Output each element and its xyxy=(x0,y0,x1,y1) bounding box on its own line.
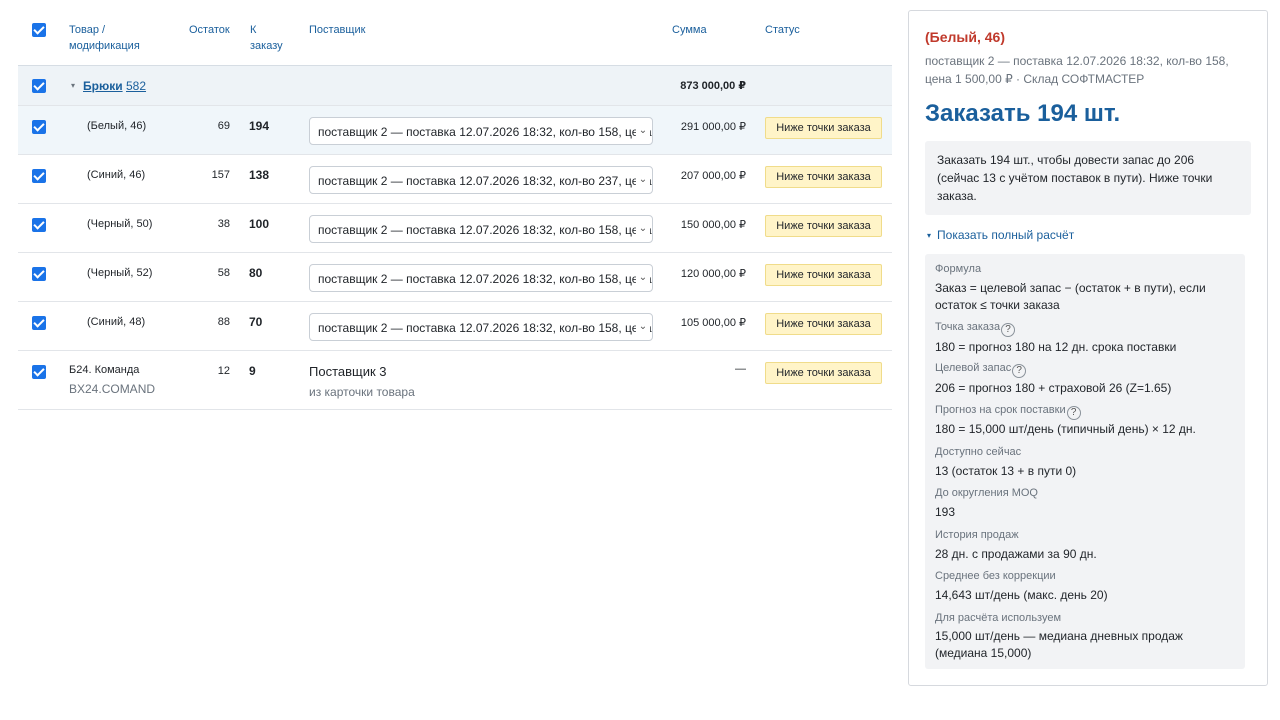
order-quantity[interactable]: 138 xyxy=(249,168,269,182)
table-row[interactable]: Б24. Команда BX24.COMAND 12 9 Поставщик … xyxy=(18,350,892,410)
row-checkbox[interactable] xyxy=(32,267,46,281)
panel-subtitle: поставщик 2 — поставка 12.07.2026 18:32,… xyxy=(925,54,1229,86)
header-supplier[interactable]: Поставщик xyxy=(309,22,365,38)
order-quantity[interactable]: 70 xyxy=(249,315,262,329)
reorder-point-value: 180 = прогноз 180 на 12 дн. срока постав… xyxy=(935,340,1177,354)
group-checkbox[interactable] xyxy=(32,79,46,93)
calculation-details: Формула Заказ = целевой запас − (остаток… xyxy=(925,254,1245,669)
moq-value: 193 xyxy=(935,505,956,519)
formula-value: Заказ = целевой запас − (остаток + в пут… xyxy=(935,281,1206,312)
forecast-label: Прогноз на срок поставки? xyxy=(935,404,1081,420)
order-details-panel: (Белый, 46) поставщик 2 — поставка 12.07… xyxy=(908,10,1268,686)
panel-title: (Белый, 46) xyxy=(925,29,1005,45)
group-collapse-icon[interactable]: ▾ xyxy=(71,81,75,90)
order-quantity[interactable]: 194 xyxy=(249,119,269,133)
help-icon[interactable]: ? xyxy=(1012,364,1027,378)
group-name-link[interactable]: Брюки xyxy=(83,79,123,93)
order-explanation-note: Заказать 194 шт., чтобы довести запас до… xyxy=(925,141,1251,215)
moq-label: До округления MOQ xyxy=(935,487,1038,499)
used-rate-label: Для расчёта используем xyxy=(935,612,1062,624)
row-checkbox[interactable] xyxy=(32,218,46,232)
group-code-link[interactable]: 582 xyxy=(126,79,146,93)
table-row[interactable]: (Черный, 50) 38 100 поставщик 2 — постав… xyxy=(18,203,892,252)
table-row[interactable]: (Черный, 52) 58 80 поставщик 2 — поставк… xyxy=(18,252,892,301)
supplier-select[interactable]: поставщик 2 — поставка 12.07.2026 18:32,… xyxy=(309,117,653,145)
supplier-select[interactable]: поставщик 2 — поставка 12.07.2026 18:32,… xyxy=(309,313,653,341)
supplier-select[interactable]: поставщик 2 — поставка 12.07.2026 18:32,… xyxy=(309,215,653,243)
stock-value: 12 xyxy=(217,365,230,377)
stock-value: 58 xyxy=(217,267,230,279)
show-full-calculation-toggle[interactable]: ▾ Показать полный расчёт xyxy=(927,228,1074,242)
supplier-select[interactable]: поставщик 2 — поставка 12.07.2026 18:32,… xyxy=(309,166,653,194)
status-badge: Ниже точки заказа xyxy=(765,166,882,188)
row-sum: 150 000,00 ₽ xyxy=(680,219,746,231)
variant-name: (Белый, 46) xyxy=(87,120,147,132)
row-sum: 105 000,00 ₽ xyxy=(680,317,746,329)
row-sum: 120 000,00 ₽ xyxy=(680,268,746,280)
table-row[interactable]: (Белый, 46) 69 194 поставщик 2 — поставк… xyxy=(18,105,892,154)
group-row[interactable]: ▾ Брюки 582 873 000,00 ₽ xyxy=(18,65,892,105)
available-now-value: 13 (остаток 13 + в пути 0) xyxy=(935,464,1077,478)
stock-value: 157 xyxy=(211,169,230,181)
order-quantity[interactable]: 80 xyxy=(249,266,262,280)
supplier-name: Поставщик 3 xyxy=(309,364,387,379)
order-table: Товар / модификация Остаток К заказу Пос… xyxy=(18,10,892,410)
table-row[interactable]: (Синий, 46) 157 138 поставщик 2 — постав… xyxy=(18,154,892,203)
variant-name: (Черный, 50) xyxy=(87,218,153,230)
header-sum[interactable]: Сумма xyxy=(672,22,707,38)
header-product[interactable]: Товар / модификация xyxy=(69,22,140,54)
row-checkbox[interactable] xyxy=(32,365,46,379)
order-quantity[interactable]: 100 xyxy=(249,217,269,231)
available-now-label: Доступно сейчас xyxy=(935,446,1022,458)
variant-name: (Черный, 52) xyxy=(87,267,153,279)
average-label: Среднее без коррекции xyxy=(935,570,1056,582)
table-header: Товар / модификация Остаток К заказу Пос… xyxy=(18,10,892,65)
row-sum: 207 000,00 ₽ xyxy=(680,170,746,182)
forecast-value: 180 = 15,000 шт/день (типичный день) × 1… xyxy=(935,422,1196,436)
target-stock-value: 206 = прогноз 180 + страховой 26 (Z=1.65… xyxy=(935,381,1172,395)
stock-value: 88 xyxy=(217,316,230,328)
variant-name: (Синий, 46) xyxy=(87,169,146,181)
help-icon[interactable]: ? xyxy=(1066,406,1081,420)
variant-name: (Синий, 48) xyxy=(87,316,146,328)
sales-history-label: История продаж xyxy=(935,529,1019,541)
select-all-checkbox[interactable] xyxy=(32,23,46,37)
order-quantity[interactable]: 9 xyxy=(249,364,256,378)
formula-label: Формула xyxy=(935,263,982,275)
target-stock-label: Целевой запас? xyxy=(935,362,1027,378)
row-checkbox[interactable] xyxy=(32,169,46,183)
triangle-down-icon: ▾ xyxy=(927,231,932,240)
status-badge: Ниже точки заказа xyxy=(765,313,882,335)
supplier-select[interactable]: поставщик 2 — поставка 12.07.2026 18:32,… xyxy=(309,264,653,292)
group-sum: 873 000,00 ₽ xyxy=(680,80,746,92)
average-value: 14,643 шт/день (макс. день 20) xyxy=(935,588,1108,602)
reorder-point-label: Точка заказа? xyxy=(935,321,1016,337)
supplier-source-note: из карточки товара xyxy=(309,385,415,399)
sales-history-value: 28 дн. с продажами за 90 дн. xyxy=(935,547,1097,561)
header-status[interactable]: Статус xyxy=(765,22,800,38)
row-sum: — xyxy=(735,363,746,375)
status-badge: Ниже точки заказа xyxy=(765,362,882,384)
status-badge: Ниже точки заказа xyxy=(765,117,882,139)
table-row[interactable]: (Синий, 48) 88 70 поставщик 2 — поставка… xyxy=(18,301,892,350)
stock-value: 69 xyxy=(217,120,230,132)
row-checkbox[interactable] xyxy=(32,120,46,134)
row-sum: 291 000,00 ₽ xyxy=(680,121,746,133)
product-name: Б24. Команда xyxy=(69,364,140,376)
status-badge: Ниже точки заказа xyxy=(765,264,882,286)
product-sku: BX24.COMAND xyxy=(69,382,156,396)
row-checkbox[interactable] xyxy=(32,316,46,330)
header-stock[interactable]: Остаток xyxy=(189,22,230,38)
order-quantity-heading: Заказать 194 шт. xyxy=(925,100,1121,127)
status-badge: Ниже точки заказа xyxy=(765,215,882,237)
stock-value: 38 xyxy=(217,218,230,230)
help-icon[interactable]: ? xyxy=(1001,323,1016,337)
header-order[interactable]: К заказу xyxy=(250,22,283,54)
used-rate-value: 15,000 шт/день — медиана дневных продаж … xyxy=(935,629,1183,660)
